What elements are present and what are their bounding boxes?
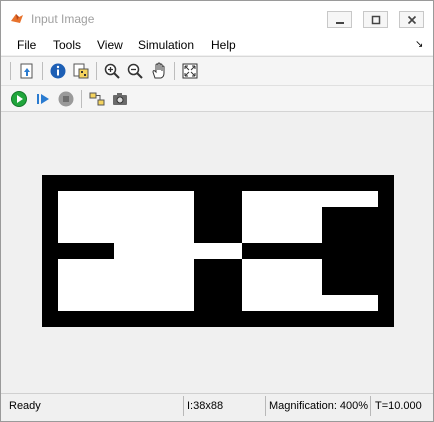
toolbar-separator	[174, 62, 175, 80]
zoom-out-button[interactable]	[125, 61, 145, 81]
zoom-in-button[interactable]	[102, 61, 122, 81]
snapshot-camera-icon	[113, 93, 127, 105]
step-forward-icon	[37, 94, 49, 104]
close-icon	[407, 15, 416, 24]
magnification-text: Magnification: 400%	[269, 400, 369, 412]
image-white-region	[242, 191, 322, 243]
export-icon	[20, 63, 33, 79]
step-forward-button[interactable]	[33, 89, 53, 109]
toolbar-divider	[1, 111, 433, 112]
image-white-region	[322, 191, 378, 207]
status-separator	[183, 396, 184, 416]
simulink-model-icon	[89, 92, 105, 106]
toolbar-separator	[42, 62, 43, 80]
minimize-icon	[335, 21, 344, 24]
menu-help[interactable]: Help	[211, 38, 236, 52]
maximize-icon	[371, 15, 380, 24]
snapshot-button[interactable]	[110, 89, 130, 109]
toolbar-separator	[10, 62, 11, 80]
window-title: Input Image	[31, 12, 95, 26]
export-button[interactable]	[17, 61, 37, 81]
simulink-model-button[interactable]	[87, 89, 107, 109]
toolbar-dock-arrow-icon[interactable]: ↘	[415, 39, 423, 50]
pixel-region-icon	[73, 63, 89, 79]
zoom-in-icon	[104, 63, 120, 79]
fit-to-window-icon	[182, 63, 198, 79]
menu-simulation[interactable]: Simulation	[138, 38, 194, 52]
stop-icon	[58, 91, 74, 107]
run-button[interactable]	[9, 89, 29, 109]
status-separator	[265, 396, 266, 416]
image-white-region	[194, 243, 242, 259]
toolbar-separator	[81, 90, 82, 108]
image-white-region	[58, 191, 194, 243]
image-white-region	[242, 259, 322, 311]
status-bar: Ready I:38x88 Magnification: 400% T=10.0…	[1, 393, 433, 421]
menu-tools[interactable]: Tools	[53, 38, 81, 52]
toolbar-separator	[96, 62, 97, 80]
image-white-region	[114, 243, 194, 259]
pixel-region-button[interactable]	[71, 61, 91, 81]
minimize-button[interactable]	[327, 11, 352, 28]
menu-view[interactable]: View	[97, 38, 123, 52]
zoom-out-icon	[127, 63, 143, 79]
menu-bar: File Tools View Simulation Help ↘	[1, 33, 433, 55]
image-viewer-window: Input Image File Tools View Simulation H…	[0, 0, 434, 422]
view-toolbar	[1, 56, 433, 85]
fit-to-window-button[interactable]	[180, 61, 200, 81]
title-bar: Input Image	[1, 1, 433, 33]
pan-hand-icon	[152, 62, 165, 79]
close-button[interactable]	[399, 11, 424, 28]
time-text: T=10.000	[375, 400, 422, 412]
image-white-region	[322, 295, 378, 311]
image-white-region	[58, 259, 194, 311]
maximize-button[interactable]	[363, 11, 388, 28]
status-text: Ready	[9, 400, 41, 412]
pan-button[interactable]	[149, 61, 169, 81]
status-separator	[370, 396, 371, 416]
stop-button[interactable]	[56, 89, 76, 109]
info-icon	[50, 63, 66, 79]
binary-image-display[interactable]	[42, 175, 394, 327]
image-info-button[interactable]	[48, 61, 68, 81]
image-info-text: I:38x88	[187, 400, 224, 412]
menu-file[interactable]: File	[17, 38, 36, 52]
simulation-toolbar	[1, 85, 433, 112]
play-icon	[11, 91, 27, 107]
matlab-logo-icon	[11, 14, 23, 23]
